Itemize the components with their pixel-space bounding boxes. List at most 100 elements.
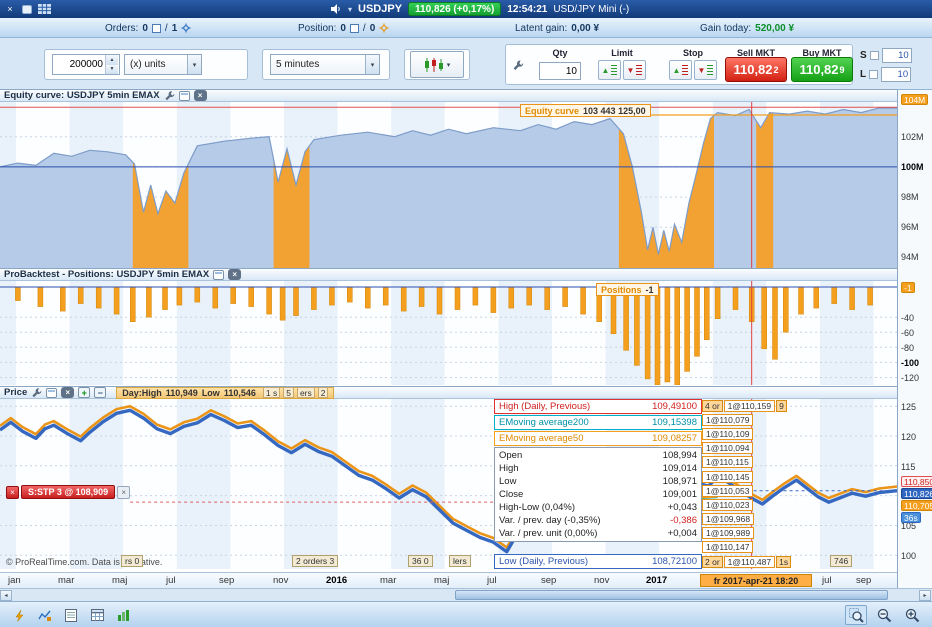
positions-bars-svg[interactable] (0, 281, 897, 385)
units-select[interactable]: (x) units ▾ (124, 54, 202, 75)
zoom-out-icon[interactable]: − (94, 387, 107, 398)
candlestick-chart-icon (424, 57, 443, 72)
day-high-value: 110,949 (165, 387, 198, 398)
limit-label: Limit (611, 48, 633, 58)
limit-buy-button[interactable]: ▲ (598, 60, 621, 80)
volume-icon[interactable] (330, 3, 342, 15)
main-toolbar: ▲ ▼ (x) units ▾ 5 minutes ▾ ▾ Qty Limit … (0, 38, 932, 90)
statistics-icon[interactable] (112, 605, 134, 625)
ladder-row[interactable]: 2 or 1@110,487 1s (702, 555, 792, 568)
horizontal-scrollbar[interactable]: ◂ ▸ (0, 588, 932, 601)
order-marker-tag[interactable]: 36 0 (408, 555, 433, 567)
quantity-input[interactable] (53, 55, 105, 74)
close-panel-icon[interactable]: × (193, 90, 207, 101)
order-price-tag: 1@110,109 (702, 427, 754, 440)
stop-loss-input[interactable] (881, 47, 912, 63)
close-panel-icon[interactable]: × (228, 269, 242, 280)
zoom-selection-icon[interactable] (845, 605, 867, 625)
quote-row: Low 108,971 (495, 475, 701, 488)
position-list-icon[interactable] (349, 23, 359, 33)
price-panel-title: Price (4, 387, 28, 398)
scrollbar-thumb[interactable] (455, 590, 888, 600)
cancel-stop-icon[interactable]: × (117, 485, 131, 499)
connection-icon[interactable] (8, 605, 30, 625)
equity-curve-svg[interactable] (0, 102, 897, 268)
ladder-row[interactable]: 1@110,115 (702, 456, 791, 469)
wrench-icon[interactable] (31, 387, 42, 398)
chart-style-button[interactable]: ▾ (410, 51, 464, 78)
order-marker-tag[interactable]: 746 (830, 555, 853, 567)
quantity-stepper[interactable]: ▲ ▼ (52, 54, 120, 75)
ladder-row[interactable]: 1@110,147 (702, 541, 791, 554)
quote-label: Low (499, 476, 517, 487)
qty-input[interactable] (539, 62, 581, 80)
stop-grid-icon (707, 65, 714, 75)
limit-sell-button[interactable]: ▼ (623, 60, 646, 80)
scroll-right-button[interactable]: ▸ (919, 590, 931, 601)
timeframe-select[interactable]: 5 minutes ▾ (270, 54, 380, 75)
quantity-up-button[interactable]: ▲ (106, 55, 118, 65)
x-axis-label: jan (8, 575, 21, 586)
equity-chart[interactable]: Equity curve 103 443 125,00 (0, 102, 897, 268)
order-marker-tag[interactable]: 2 orders 3 (292, 555, 339, 567)
ladder-row[interactable]: 1@110,145 (702, 470, 791, 483)
ladder-row[interactable]: 1@110,023 (702, 498, 791, 511)
close-window-button[interactable]: × (3, 2, 17, 16)
ladder-row[interactable]: 1@110,109 (702, 427, 791, 440)
layout-grid-button[interactable] (37, 2, 51, 16)
indicator-value: 109,08257 (652, 433, 697, 444)
time-axis[interactable]: fr 2017-apr-21 18:20 jan mar maj jul sep nov 2… (0, 572, 897, 588)
quantity-down-button[interactable]: ▼ (106, 64, 118, 74)
minimize-window-button[interactable] (20, 2, 34, 16)
buy-market-button[interactable]: 110,82 9 (791, 57, 853, 82)
zoom-out-icon[interactable] (873, 605, 895, 625)
wrench-icon[interactable] (512, 59, 524, 71)
price-axis-badge-high: 110,850 (901, 476, 932, 487)
stop-sell-button[interactable]: ▼ (694, 60, 717, 80)
price-chart[interactable]: High (Daily, Previous) 109,49100 EMoving a… (0, 399, 897, 569)
ladder-row[interactable]: 1@110,079 (702, 413, 791, 426)
positions-chart[interactable]: Positions -1 (0, 281, 897, 385)
instrument-dropdown-caret[interactable]: ▾ (348, 5, 352, 14)
ladder-row[interactable]: 1@110,053 (702, 484, 791, 497)
ladder-row[interactable]: 1@109,989 (702, 527, 791, 540)
ladder-row[interactable]: 1@109,968 (702, 513, 791, 526)
limit-order-input[interactable] (881, 66, 912, 82)
price-axis-column[interactable]: 104M 102M 100M 98M 96M 94M -1 -40 -60 -80 -100 -120… (897, 90, 932, 588)
position-settings-gear-icon[interactable] (379, 23, 389, 33)
orders-list-icon[interactable] (60, 605, 82, 625)
maximize-panel-icon[interactable] (178, 90, 190, 101)
quote-label: Var. / prev. day (-0,35%) (499, 515, 601, 526)
position-status: Position: 0 / 0 (298, 18, 389, 38)
maximize-panel-icon[interactable] (46, 387, 58, 398)
orders-list-icon[interactable] (151, 23, 161, 33)
scroll-left-button[interactable]: ◂ (0, 590, 12, 601)
positions-axis-label: -80 (901, 343, 915, 353)
price-panel: Price × + − Day:High 110,949 Low 110,546… (0, 386, 897, 572)
orders-settings-gear-icon[interactable] (181, 23, 191, 33)
stop-order-tag[interactable]: × S:STP 3 @ 108,909 × (6, 485, 131, 499)
quote-value: +0,043 (667, 502, 697, 513)
quote-value: +0,004 (667, 528, 697, 539)
quote-value: 109,014 (662, 463, 697, 474)
ladder-row[interactable]: 1@110,094 (702, 442, 791, 455)
limit-order-checkbox[interactable] (869, 69, 879, 79)
quote-label: Var. / prev. unit (0,00%) (499, 528, 598, 539)
stop-loss-checkbox[interactable] (869, 50, 879, 60)
maximize-panel-icon[interactable] (213, 269, 225, 280)
draw-tools-icon[interactable] (34, 605, 56, 625)
quote-row: Open 108,994 (495, 449, 701, 462)
limit-grid-icon (636, 65, 643, 75)
positions-axis-label: -120 (901, 373, 920, 383)
order-marker-tag[interactable]: rs 0 (121, 555, 144, 567)
zoom-in-icon[interactable]: + (78, 387, 91, 398)
ladder-row[interactable]: 4 or 1@110,159 9 (702, 399, 791, 412)
order-marker-tag[interactable]: lers (449, 555, 471, 567)
order-tag-strip: 1 s 5 ers 2 (260, 387, 329, 398)
close-panel-icon[interactable]: × (61, 387, 75, 398)
zoom-in-icon[interactable] (901, 605, 923, 625)
sell-market-button[interactable]: 110,82 2 (725, 57, 787, 82)
spreadsheet-icon[interactable] (86, 605, 108, 625)
wrench-icon[interactable] (164, 90, 175, 101)
stop-buy-button[interactable]: ▲ (669, 60, 692, 80)
